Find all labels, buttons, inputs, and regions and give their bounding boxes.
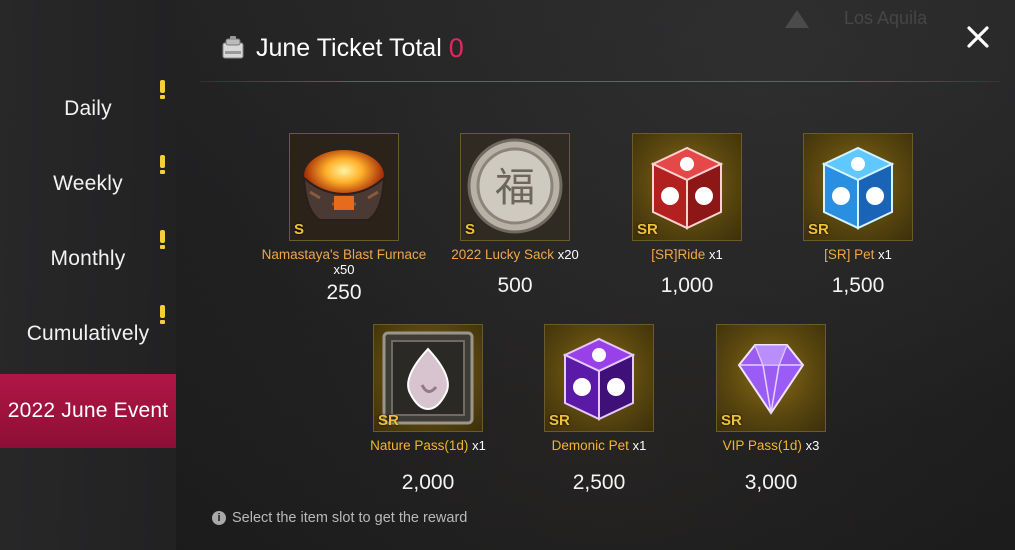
reward-slot[interactable]: SR <box>544 324 654 432</box>
reward-item[interactable]: SR [SR]Ride x1 1,000 <box>602 133 772 298</box>
reward-name: 2022 Lucky Sack x20 <box>430 247 600 262</box>
alert-icon <box>158 155 166 177</box>
reward-slot[interactable]: SR <box>373 324 483 432</box>
reward-name: VIP Pass(1d) x3 <box>686 438 856 453</box>
ticket-total-value: 0 <box>448 32 464 63</box>
header-divider <box>200 81 1000 82</box>
reward-name-text: Namastaya's Blast Furnace <box>261 247 427 262</box>
reward-name-text: Demonic Pet <box>551 438 629 453</box>
tab-label: Daily <box>64 97 112 120</box>
reward-quantity: x1 <box>632 438 647 453</box>
hint-text: Select the item slot to get the reward <box>232 510 468 526</box>
reward-ticket-cost: 500 <box>497 274 533 297</box>
reward-slot[interactable]: SR <box>632 133 742 241</box>
reward-quantity: x3 <box>805 438 820 453</box>
reward-item[interactable]: 福 S 2022 Lucky Sack x20 500 <box>430 133 600 298</box>
map-marker-icon <box>785 10 809 29</box>
reward-ticket-cost: 1,000 <box>660 274 714 297</box>
reward-quantity: x1 <box>878 247 892 262</box>
reward-slot[interactable]: 福 S <box>460 133 570 241</box>
tab-2022-june-event[interactable]: 2022 June Event <box>0 374 176 448</box>
reward-name-text: [SR]Ride <box>651 247 706 262</box>
tab-label: Weekly <box>53 172 123 195</box>
reward-quantity: x1 <box>709 247 723 262</box>
reward-ticket-cost: 1,500 <box>831 274 885 297</box>
reward-name-text: [SR] Pet <box>824 247 875 262</box>
reward-name: Demonic Pet x1 <box>514 438 684 453</box>
reward-item[interactable]: S Namastaya's Blast Furnace x50 250 <box>259 133 429 305</box>
reward-ticket-cost: 2,500 <box>572 471 626 494</box>
tab-label: 2022 June Event <box>7 399 169 422</box>
coin-glyph: 福 <box>495 165 535 211</box>
reward-item[interactable]: SR Nature Pass(1d) x1 2,000 <box>343 324 513 495</box>
tab-label: Cumulatively <box>26 322 150 345</box>
page-title: June Ticket Total <box>256 33 442 62</box>
tab-cumulatively[interactable]: Cumulatively <box>0 297 176 371</box>
reward-item[interactable]: SR [SR] Pet x1 1,500 <box>773 133 943 298</box>
tab-daily[interactable]: Daily <box>0 72 176 146</box>
reward-name-text: VIP Pass(1d) <box>722 438 802 453</box>
grade-badge: SR <box>378 412 399 429</box>
reward-item[interactable]: SR VIP Pass(1d) x3 3,000 <box>686 324 856 495</box>
reward-slot[interactable]: S <box>289 133 399 241</box>
tab-label: Monthly <box>50 247 126 270</box>
close-icon <box>967 26 989 48</box>
tab-monthly[interactable]: Monthly <box>0 222 176 296</box>
reward-slot[interactable]: SR <box>716 324 826 432</box>
reward-name: Nature Pass(1d) x1 <box>343 438 513 453</box>
lucky-coin-icon: 福 <box>461 134 569 240</box>
tab-weekly[interactable]: Weekly <box>0 147 176 221</box>
close-button[interactable] <box>963 22 993 52</box>
reward-name-text: Nature Pass(1d) <box>370 438 469 453</box>
reward-name: Namastaya's Blast Furnace x50 <box>259 247 429 277</box>
reward-name: [SR] Pet x1 <box>773 247 943 262</box>
ticket-icon <box>220 34 246 62</box>
grade-badge: S <box>465 221 476 238</box>
alert-icon <box>158 305 166 327</box>
grade-badge: S <box>294 221 305 238</box>
reward-slot[interactable]: SR <box>803 133 913 241</box>
reward-ticket-cost: 3,000 <box>744 471 798 494</box>
reward-ticket-cost: 2,000 <box>401 471 455 494</box>
reward-name-text: 2022 Lucky Sack <box>451 247 555 262</box>
reward-name: [SR]Ride x1 <box>602 247 772 262</box>
reward-quantity: x20 <box>557 247 579 262</box>
furnace-icon <box>290 134 398 240</box>
alert-icon <box>158 230 166 252</box>
info-icon: i <box>212 511 226 525</box>
grade-badge: SR <box>637 221 658 238</box>
background-map-hint: Los Aquila <box>785 8 927 29</box>
reward-item[interactable]: SR Demonic Pet x1 2,500 <box>514 324 684 495</box>
reward-ticket-cost: 250 <box>326 281 362 304</box>
alert-icon <box>158 80 166 102</box>
footer-hint: i Select the item slot to get the reward <box>212 510 467 526</box>
sidebar: Daily Weekly Monthly Cumulatively 2022 J… <box>0 0 176 550</box>
grade-badge: SR <box>549 412 570 429</box>
reward-quantity: x1 <box>472 438 486 453</box>
reward-quantity: x50 <box>333 262 355 277</box>
header: June Ticket Total 0 <box>220 30 464 66</box>
grade-badge: SR <box>808 221 829 238</box>
grade-badge: SR <box>721 412 742 429</box>
map-location-label: Los Aquila <box>844 8 928 28</box>
